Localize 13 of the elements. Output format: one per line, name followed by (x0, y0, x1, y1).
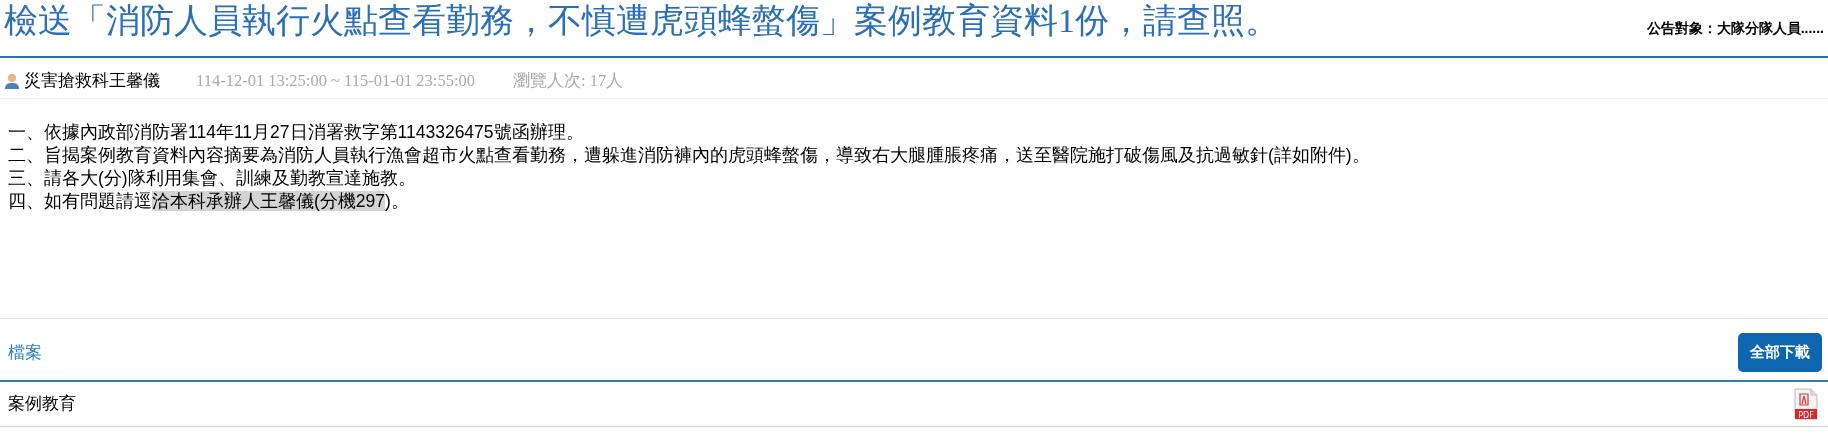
file-name: 案例教育 (8, 393, 76, 414)
audience-label: 公告對象：大隊分隊人員...... (1646, 20, 1824, 38)
date-range: 114-12-01 13:25:00 ~ 115-01-01 23:55:00 (196, 71, 476, 91)
page-title: 檢送「消防人員執行火點查看勤務，不慎遭虎頭蜂螫傷」案例教育資料1份，請查照。 (4, 1, 1279, 41)
paragraph: 一、依據內政部消防署114年11月27日消署救字第1143326475號函辦理。 (8, 121, 585, 144)
paragraph: 二、旨揭案例教育資料內容摘要為消防人員執行漁會超市火點查看勤務，遭躲進消防褲內的虎頭蜂螫傷，導致右大腿腫脹疼痛，送至醫院施打破傷風及抗過敏針(詳如附件)。 (8, 144, 1371, 167)
section-heading: 檔案 (8, 341, 42, 363)
pdf-file-icon[interactable]: PDF (1794, 388, 1818, 420)
view-count: 瀏覽人次: 17人 (513, 70, 624, 92)
user-icon (4, 73, 20, 89)
download-all-button[interactable]: 全部下載 (1738, 333, 1822, 372)
author-name: 災害搶救科王馨儀 (24, 70, 160, 91)
paragraph: 三、請各大(分)隊利用集會、訓練及勤教宣達施教。 (8, 167, 417, 190)
